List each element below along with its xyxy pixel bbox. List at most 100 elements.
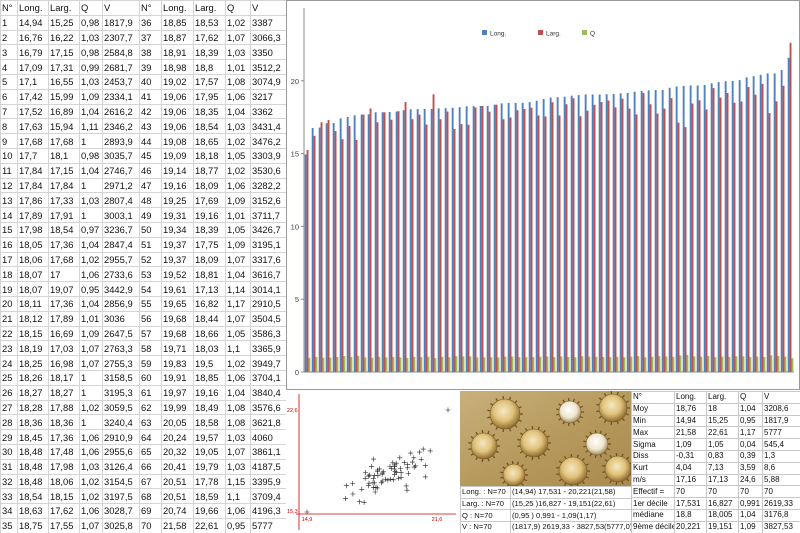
sheet-cell: 54 [139, 281, 162, 297]
bar-q [777, 355, 780, 372]
bar-long [647, 90, 650, 372]
sheet-row: 30 18,48 17,48 1,06 2955,6 65 20,32 19,05 1,07 38… [0, 443, 286, 460]
sheet-cell: 1 [79, 384, 103, 401]
sheet-cell: 2307,7 [102, 29, 140, 46]
bar-larg [383, 112, 386, 372]
sheet-cell: 21,58 [161, 517, 194, 533]
bar-long [353, 115, 356, 372]
sheet-header-cell: Long. [161, 0, 194, 16]
bar-larg [411, 119, 414, 373]
sheet-cell: 20,51 [161, 488, 194, 505]
sheet-cell: 17,57 [193, 73, 226, 90]
sheet-header-cell: V [102, 0, 140, 16]
sheet-cell: 1,1 [225, 488, 251, 505]
sheet-cell: 18,85 [161, 14, 194, 31]
bar-q [315, 357, 318, 372]
sheet-cell: 18,54 [193, 118, 226, 135]
sheet-cell: 18,15 [17, 325, 49, 342]
bar-q [462, 356, 465, 372]
y-tick-label: 20 [291, 77, 299, 86]
sheet-cell: 18,27 [48, 384, 80, 401]
stats-row: m/s 17,16 17,13 24,6 5,88 [631, 473, 800, 487]
stats-table: N° Long. Larg. Q V Moy 18,76 18 1,04 3208,6 Min 14,… [631, 391, 800, 533]
sheet-cell: 1,04 [225, 103, 251, 120]
summary-cell: Q : N=70 [460, 509, 511, 523]
sheet-cell: 18,36 [48, 414, 80, 431]
sheet-cell: 19,91 [161, 369, 194, 386]
bar-long [423, 108, 426, 373]
sheet-cell: 3152,6 [250, 192, 286, 209]
bar-q [385, 357, 388, 372]
sheet-cell: 12 [0, 177, 18, 194]
bar-q [532, 357, 535, 372]
sheet-cell: 1,04 [79, 236, 103, 253]
sheet-cell: 46 [139, 162, 162, 179]
sheet-cell: 26 [0, 384, 18, 401]
scatter-point [397, 455, 403, 461]
sheet-cell: 20,74 [161, 503, 194, 519]
sheet-cell: 19,06 [161, 118, 194, 135]
scatter-ymin-label: 15,3 [287, 509, 298, 515]
scatter-point [369, 463, 375, 469]
scatter-point [374, 485, 380, 491]
scatter-point [350, 481, 356, 486]
bar-q [784, 356, 787, 372]
sheet-cell: 18,09 [193, 251, 226, 268]
sheet-cell: 18,45 [17, 429, 49, 445]
scatter-point [404, 487, 410, 493]
sheet-cell: 19,09 [161, 147, 194, 164]
sheet-header-cell: Q [79, 0, 103, 16]
bar-larg [474, 107, 477, 372]
stats-cell: 21,58 [674, 426, 707, 440]
sheet-cell: 3217 [250, 88, 286, 105]
scatter-point [411, 455, 417, 461]
sheet-cell: 1,05 [225, 147, 251, 164]
sheet-cell: 1 [79, 369, 103, 386]
sheet-cell: 9 [0, 133, 18, 149]
sheet-cell: 16,76 [17, 29, 49, 46]
sheet-cell: 1,08 [225, 414, 251, 431]
sheet-cell: 45 [139, 147, 162, 164]
size-summary-lines: Long. : N=70 (14,94) 17,531 - 20,221(21,5… [460, 486, 632, 533]
sheet-cell: 1,08 [225, 399, 251, 416]
measurement-table: N° Long. Larg. Q V N° Long. Larg. Q V 1 14,94 15,25 0… [0, 0, 286, 533]
bar-long [577, 95, 580, 372]
stats-cell: 5777 [762, 426, 800, 440]
bar-larg [628, 108, 631, 373]
sheet-cell: 1,1 [225, 340, 251, 357]
summary-row: V : N=70 (1817,9) 2619,33 - 3827,53(5777,… [460, 521, 632, 533]
bar-long [752, 76, 755, 372]
sheet-cell: 17 [0, 251, 18, 268]
sheet-cell: 2681,7 [102, 59, 140, 75]
sheet-cell: 18,54 [48, 221, 80, 238]
stats-cell: 1817,9 [762, 414, 800, 428]
bar-q [609, 357, 612, 372]
stats-cell: 7,13 [706, 461, 739, 475]
sheet-cell: 18,81 [193, 266, 226, 283]
stats-header-row: N° Long. Larg. Q V [631, 391, 800, 404]
bar-larg [467, 124, 470, 373]
bar-q [623, 357, 626, 372]
bar-larg [754, 94, 757, 372]
bar-larg [761, 83, 764, 373]
sheet-cell: 3426,7 [250, 221, 286, 238]
sheet-row: 15 17,98 18,54 0,97 3236,7 50 19,34 18,39 1,05 34… [0, 221, 286, 238]
bar-larg [586, 110, 589, 373]
bar-long [451, 107, 454, 373]
bar-q [322, 357, 325, 372]
sheet-cell: 68 [139, 488, 162, 505]
stats-header-cell: N° [631, 391, 675, 404]
sheet-header-cell: V [250, 0, 286, 16]
bar-q [602, 357, 605, 372]
sheet-cell: 19,16 [161, 177, 194, 194]
sheet-cell: 1,03 [225, 118, 251, 135]
sheet-cell: 1,02 [225, 14, 251, 31]
sheet-cell: 3387 [250, 14, 286, 31]
scatter-point [388, 476, 393, 482]
bar-long [633, 91, 636, 372]
sheet-cell: 19,68 [161, 310, 194, 327]
stats-cell: -0,31 [674, 449, 707, 463]
sheet-cell: 17,95 [193, 88, 226, 105]
bar-q [308, 357, 311, 372]
bar-long [549, 97, 552, 372]
